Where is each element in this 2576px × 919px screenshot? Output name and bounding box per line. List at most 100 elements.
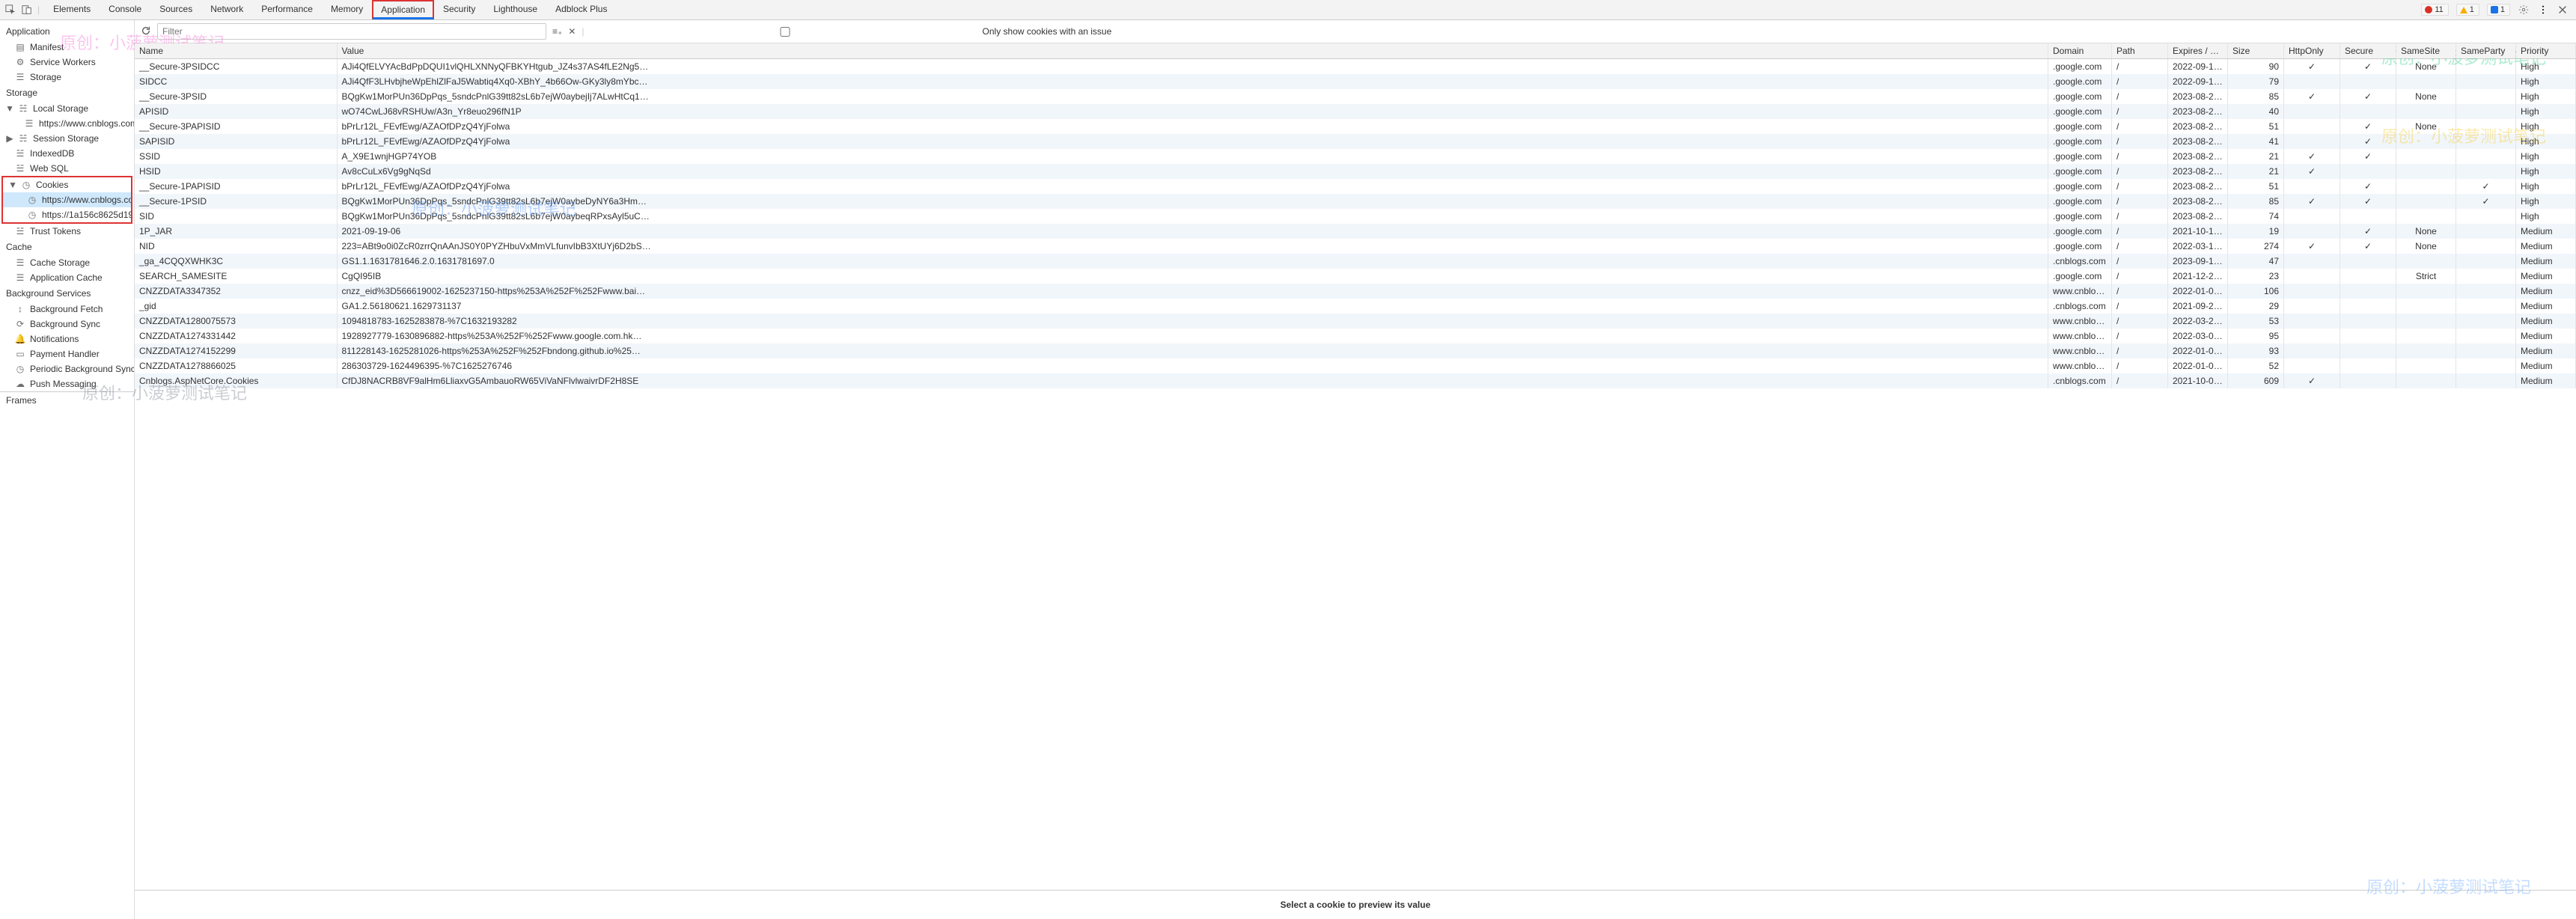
sidebar-item-notifications[interactable]: 🔔Notifications <box>0 332 134 346</box>
cell: ✓ <box>2340 89 2396 104</box>
table-row[interactable]: _ga_4CQQXWHK3CGS1.1.1631781646.2.0.16317… <box>135 254 2576 269</box>
cell: ✓ <box>2456 179 2516 194</box>
errors-badge[interactable]: 11 <box>2421 4 2448 16</box>
cell: None <box>2396 224 2456 239</box>
cell <box>2284 74 2340 89</box>
column-header[interactable]: Priority <box>2516 43 2576 59</box>
tab-elements[interactable]: Elements <box>44 0 100 19</box>
cell: CNZZDATA1274152299 <box>135 344 337 358</box>
sidebar-item-local-storage[interactable]: ▼☵Local Storage <box>0 101 134 116</box>
cell: / <box>2112 284 2168 299</box>
table-row[interactable]: CNZZDATA12743314421928927779-1630896882-… <box>135 329 2576 344</box>
column-header[interactable]: Value <box>337 43 2048 59</box>
cell <box>2456 344 2516 358</box>
tab-memory[interactable]: Memory <box>322 0 372 19</box>
device-toggle-icon[interactable] <box>21 4 33 16</box>
cell <box>2456 134 2516 149</box>
column-header[interactable]: Domain <box>2048 43 2112 59</box>
warnings-badge[interactable]: 1 <box>2456 4 2479 16</box>
filter-input[interactable] <box>157 23 546 40</box>
inspect-icon[interactable] <box>4 4 16 16</box>
sidebar-item-periodic-sync[interactable]: ◷Periodic Background Sync <box>0 361 134 376</box>
table-row[interactable]: SIDBQgKw1MorPUn36DpPqs_5sndcPnlG39tt82sL… <box>135 209 2576 224</box>
column-header[interactable]: Name <box>135 43 337 59</box>
sidebar-item-background-fetch[interactable]: ↕Background Fetch <box>0 302 134 317</box>
column-header[interactable]: Secure <box>2340 43 2396 59</box>
cell <box>2340 104 2396 119</box>
table-row[interactable]: CNZZDATA3347352cnzz_eid%3D566619002-1625… <box>135 284 2576 299</box>
only-issue-checkbox[interactable]: Only show cookies with an issue <box>590 26 1112 37</box>
tab-lighthouse[interactable]: Lighthouse <box>484 0 546 19</box>
sidebar-item-cache-storage[interactable]: ☰Cache Storage <box>0 255 134 270</box>
sidebar-item-background-sync[interactable]: ⟳Background Sync <box>0 317 134 332</box>
table-row[interactable]: Cnblogs.AspNetCore.CookiesCfDJ8NACRB8VF9… <box>135 373 2576 388</box>
table-row[interactable]: __Secure-3PSIDCCAJi4QfELVYAcBdPpDQUI1vlQ… <box>135 59 2576 75</box>
sidebar-item-indexeddb[interactable]: ☱IndexedDB <box>0 146 134 161</box>
info-badge[interactable]: 1 <box>2487 4 2510 16</box>
sidebar-item-local-storage-origin[interactable]: ☰https://www.cnblogs.com <box>0 116 134 131</box>
tab-network[interactable]: Network <box>201 0 252 19</box>
filter-settings-icon[interactable]: ≡₊ <box>552 26 562 37</box>
table-row[interactable]: NID223=ABt9o0i0ZcR0zrrQnAAnJS0Y0PYZHbuVx… <box>135 239 2576 254</box>
column-header[interactable]: Size <box>2228 43 2284 59</box>
table-row[interactable]: __Secure-3PSIDBQgKw1MorPUn36DpPqs_5sndcP… <box>135 89 2576 104</box>
table-row[interactable]: CNZZDATA12800755731094818783-1625283878-… <box>135 314 2576 329</box>
tab-adblock-plus[interactable]: Adblock Plus <box>546 0 616 19</box>
table-row[interactable]: __Secure-3PAPISIDbPrLr12L_FEvfEwg/AZAOfD… <box>135 119 2576 134</box>
sidebar-item-cookies[interactable]: ▼◷Cookies <box>3 177 131 192</box>
column-header[interactable]: SameParty <box>2456 43 2516 59</box>
sidebar-item-payment-handler[interactable]: ▭Payment Handler <box>0 346 134 361</box>
table-row[interactable]: __Secure-1PSIDBQgKw1MorPUn36DpPqs_5sndcP… <box>135 194 2576 209</box>
cell <box>2456 104 2516 119</box>
cell: A_X9E1wnjHGP74YOB <box>337 149 2048 164</box>
cell <box>2456 299 2516 314</box>
tab-performance[interactable]: Performance <box>252 0 322 19</box>
table-row[interactable]: CNZZDATA1278866025286303729-1624496395-%… <box>135 358 2576 373</box>
cell: .google.com <box>2048 149 2112 164</box>
sidebar-item-application-cache[interactable]: ☰Application Cache <box>0 270 134 285</box>
tab-sources[interactable]: Sources <box>150 0 201 19</box>
table-row[interactable]: APISIDwO74CwLJ68vRSHUw/A3n_Yr8euo296fN1P… <box>135 104 2576 119</box>
toggle-icon[interactable]: ▼ <box>9 180 16 190</box>
table-row[interactable]: SIDCCAJi4QfF3LHvbjheWpEhlZlFaJ5Wabtiq4Xq… <box>135 74 2576 89</box>
table-row[interactable]: SEARCH_SAMESITECgQI95IB.google.com/2021-… <box>135 269 2576 284</box>
table-row[interactable]: __Secure-1PAPISIDbPrLr12L_FEvfEwg/AZAOfD… <box>135 179 2576 194</box>
sidebar: Application ▤Manifest ⚙Service Workers ☰… <box>0 20 135 919</box>
tab-application[interactable]: Application <box>372 0 434 19</box>
sidebar-item-storage[interactable]: ☰Storage <box>0 70 134 85</box>
table-row[interactable]: SSIDA_X9E1wnjHGP74YOB.google.com/2023-08… <box>135 149 2576 164</box>
sidebar-item-manifest[interactable]: ▤Manifest <box>0 40 134 55</box>
sidebar-item-service-workers[interactable]: ⚙Service Workers <box>0 55 134 70</box>
close-icon[interactable] <box>2557 4 2569 16</box>
cell: .cnblogs.com <box>2048 299 2112 314</box>
column-header[interactable]: SameSite <box>2396 43 2456 59</box>
table-row[interactable]: CNZZDATA1274152299811228143-1625281026-h… <box>135 344 2576 358</box>
table-row[interactable]: HSIDAv8cCuLx6Vg9gNqSd.google.com/2023-08… <box>135 164 2576 179</box>
cell <box>2284 134 2340 149</box>
cell <box>2340 299 2396 314</box>
sidebar-item-session-storage[interactable]: ▶☵Session Storage <box>0 131 134 146</box>
column-header[interactable]: HttpOnly <box>2284 43 2340 59</box>
cell: ✓ <box>2284 194 2340 209</box>
sidebar-item-cookie-origin[interactable]: ◷https://1a156c8625d19553 <box>3 207 131 222</box>
table-row[interactable]: 1P_JAR2021-09-19-06.google.com/2021-10-1… <box>135 224 2576 239</box>
clear-icon[interactable]: ✕ <box>568 26 576 37</box>
toggle-icon[interactable]: ▶ <box>6 133 13 144</box>
cell: SIDCC <box>135 74 337 89</box>
table-row[interactable]: _gidGA1.2.56180621.1629731137.cnblogs.co… <box>135 299 2576 314</box>
toggle-icon[interactable]: ▼ <box>6 103 13 114</box>
column-header[interactable]: Expires / M… <box>2168 43 2228 59</box>
tab-console[interactable]: Console <box>100 0 150 19</box>
sidebar-item-cookie-origin[interactable]: ◷https://www.cnblogs.com <box>3 192 131 207</box>
table-row[interactable]: SAPISIDbPrLr12L_FEvfEwg/AZAOfDPzQ4YjFolw… <box>135 134 2576 149</box>
sidebar-item-trust-tokens[interactable]: ☱Trust Tokens <box>0 224 134 239</box>
refresh-icon[interactable] <box>141 25 151 38</box>
kebab-icon[interactable] <box>2537 4 2549 16</box>
cell <box>2396 373 2456 388</box>
tab-security[interactable]: Security <box>434 0 484 19</box>
gear-icon[interactable] <box>2518 4 2530 16</box>
sidebar-item-push-messaging[interactable]: ☁Push Messaging <box>0 376 134 391</box>
sidebar-item-websql[interactable]: ☱Web SQL <box>0 161 134 176</box>
column-header[interactable]: Path <box>2112 43 2168 59</box>
cell: ✓ <box>2456 194 2516 209</box>
